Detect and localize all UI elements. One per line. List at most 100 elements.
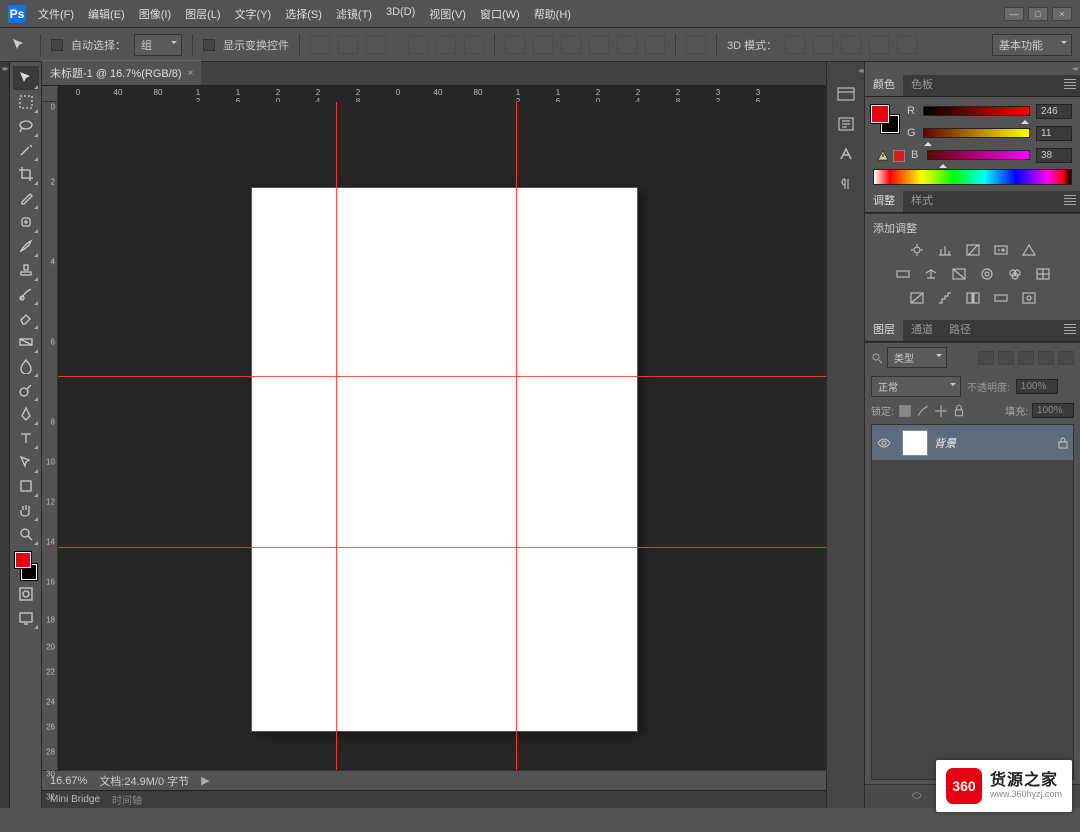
align-vcenter-icon[interactable]: [338, 36, 358, 54]
guide-vertical[interactable]: [336, 102, 337, 770]
gamut-color-swatch[interactable]: [893, 150, 905, 162]
lock-image-icon[interactable]: [916, 404, 930, 418]
guide-vertical[interactable]: [516, 102, 517, 770]
heal-tool[interactable]: [13, 210, 39, 234]
auto-align-icon[interactable]: [686, 36, 706, 54]
menu-type[interactable]: 文字(Y): [235, 6, 272, 22]
paths-tab[interactable]: 路径: [941, 317, 979, 341]
guide-horizontal[interactable]: [58, 376, 826, 377]
crop-tool[interactable]: [13, 162, 39, 186]
maximize-button[interactable]: □: [1028, 7, 1048, 21]
character-panel-icon[interactable]: [833, 143, 859, 165]
auto-select-checkbox[interactable]: [51, 39, 63, 51]
layer-list[interactable]: 背景: [871, 424, 1074, 780]
properties-panel-icon[interactable]: [833, 113, 859, 135]
adjust-panel-menu-icon[interactable]: [1064, 195, 1076, 205]
color-wells[interactable]: [13, 552, 39, 582]
wand-tool[interactable]: [13, 138, 39, 162]
menu-image[interactable]: 图像(I): [139, 6, 171, 22]
eyedropper-tool[interactable]: [13, 186, 39, 210]
filter-shape-icon[interactable]: [1038, 351, 1054, 365]
swatches-tab[interactable]: 色板: [903, 72, 941, 96]
distribute-bottom-icon[interactable]: [561, 36, 581, 54]
curves-icon[interactable]: [964, 242, 982, 258]
minimize-button[interactable]: —: [1004, 7, 1024, 21]
adjustments-tab[interactable]: 调整: [865, 188, 903, 212]
blur-tool[interactable]: [13, 354, 39, 378]
photo-filter-icon[interactable]: [978, 266, 996, 282]
3d-pan-icon[interactable]: [841, 36, 861, 54]
menu-filter[interactable]: 滤镜(T): [336, 6, 372, 22]
fill-input[interactable]: 100%: [1032, 403, 1074, 418]
move-tool[interactable]: [13, 66, 39, 90]
pen-tool[interactable]: [13, 402, 39, 426]
layer-row[interactable]: 背景: [872, 425, 1073, 461]
doc-info[interactable]: 文档:24.9M/0 字节: [99, 773, 189, 789]
lock-all-icon[interactable]: [952, 404, 966, 418]
align-top-icon[interactable]: [310, 36, 330, 54]
mini-bridge-tab[interactable]: Mini Bridge: [50, 794, 100, 805]
r-slider[interactable]: [923, 106, 1030, 116]
distribute-right-icon[interactable]: [645, 36, 665, 54]
brush-tool[interactable]: [13, 234, 39, 258]
brightness-icon[interactable]: [908, 242, 926, 258]
ruler-origin[interactable]: [42, 86, 58, 102]
lock-position-icon[interactable]: [934, 404, 948, 418]
history-panel-icon[interactable]: [833, 83, 859, 105]
r-value[interactable]: 246: [1036, 104, 1072, 119]
distribute-vcenter-icon[interactable]: [533, 36, 553, 54]
filter-smart-icon[interactable]: [1058, 351, 1074, 365]
menu-view[interactable]: 视图(V): [429, 6, 466, 22]
invert-icon[interactable]: [908, 290, 926, 306]
align-right-icon[interactable]: [464, 36, 484, 54]
channels-tab[interactable]: 通道: [903, 317, 941, 341]
foreground-color[interactable]: [15, 552, 31, 568]
3d-slide-icon[interactable]: [869, 36, 889, 54]
opacity-input[interactable]: 100%: [1016, 379, 1058, 394]
timeline-tab[interactable]: 时间轴: [112, 792, 142, 807]
zoom-tool[interactable]: [13, 522, 39, 546]
posterize-icon[interactable]: [936, 290, 954, 306]
menu-window[interactable]: 窗口(W): [480, 6, 520, 22]
ruler-vertical[interactable]: 02468101214161820222426283032: [42, 102, 58, 770]
menu-edit[interactable]: 编辑(E): [88, 6, 125, 22]
g-value[interactable]: 11: [1036, 126, 1072, 141]
menu-select[interactable]: 选择(S): [285, 6, 322, 22]
menu-3d[interactable]: 3D(D): [386, 6, 415, 22]
layer-name[interactable]: 背景: [934, 435, 1053, 451]
align-hcenter-icon[interactable]: [436, 36, 456, 54]
g-slider[interactable]: [923, 128, 1030, 138]
canvas-stage[interactable]: [58, 102, 826, 770]
color-tab[interactable]: 颜色: [865, 72, 903, 96]
threshold-icon[interactable]: [964, 290, 982, 306]
color-lookup-icon[interactable]: [1034, 266, 1052, 282]
3d-orbit-icon[interactable]: [785, 36, 805, 54]
blend-mode-dropdown[interactable]: 正常: [871, 376, 961, 397]
color-swatches[interactable]: [871, 105, 899, 133]
filter-type-icon[interactable]: [1018, 351, 1034, 365]
dock-collapse-icon[interactable]: ◂◂: [858, 66, 862, 75]
menu-help[interactable]: 帮助(H): [534, 6, 571, 22]
levels-icon[interactable]: [936, 242, 954, 258]
vibrance-icon[interactable]: [1020, 242, 1038, 258]
document-tab[interactable]: 未标题-1 @ 16.7%(RGB/8) ×: [42, 60, 201, 85]
color-panel-menu-icon[interactable]: [1064, 79, 1076, 89]
styles-tab[interactable]: 样式: [903, 188, 941, 212]
gamut-warning-icon[interactable]: [877, 150, 889, 162]
auto-select-dropdown[interactable]: 组: [134, 34, 182, 56]
align-left-icon[interactable]: [408, 36, 428, 54]
visibility-toggle[interactable]: [872, 438, 896, 448]
show-transform-checkbox[interactable]: [203, 39, 215, 51]
screenmode-tool[interactable]: [13, 606, 39, 630]
channel-mixer-icon[interactable]: [1006, 266, 1024, 282]
filter-kind-dropdown[interactable]: 类型: [887, 347, 947, 368]
color-spectrum[interactable]: [873, 169, 1072, 185]
panels-collapse-icon[interactable]: ◂◂: [1072, 64, 1076, 73]
layers-tab[interactable]: 图层: [865, 317, 903, 341]
gradient-map-icon[interactable]: [992, 290, 1010, 306]
filter-pixel-icon[interactable]: [978, 351, 994, 365]
bw-icon[interactable]: [950, 266, 968, 282]
close-button[interactable]: ×: [1052, 7, 1072, 21]
zoom-readout[interactable]: 16.67%: [50, 775, 87, 787]
layers-panel-menu-icon[interactable]: [1064, 324, 1076, 334]
